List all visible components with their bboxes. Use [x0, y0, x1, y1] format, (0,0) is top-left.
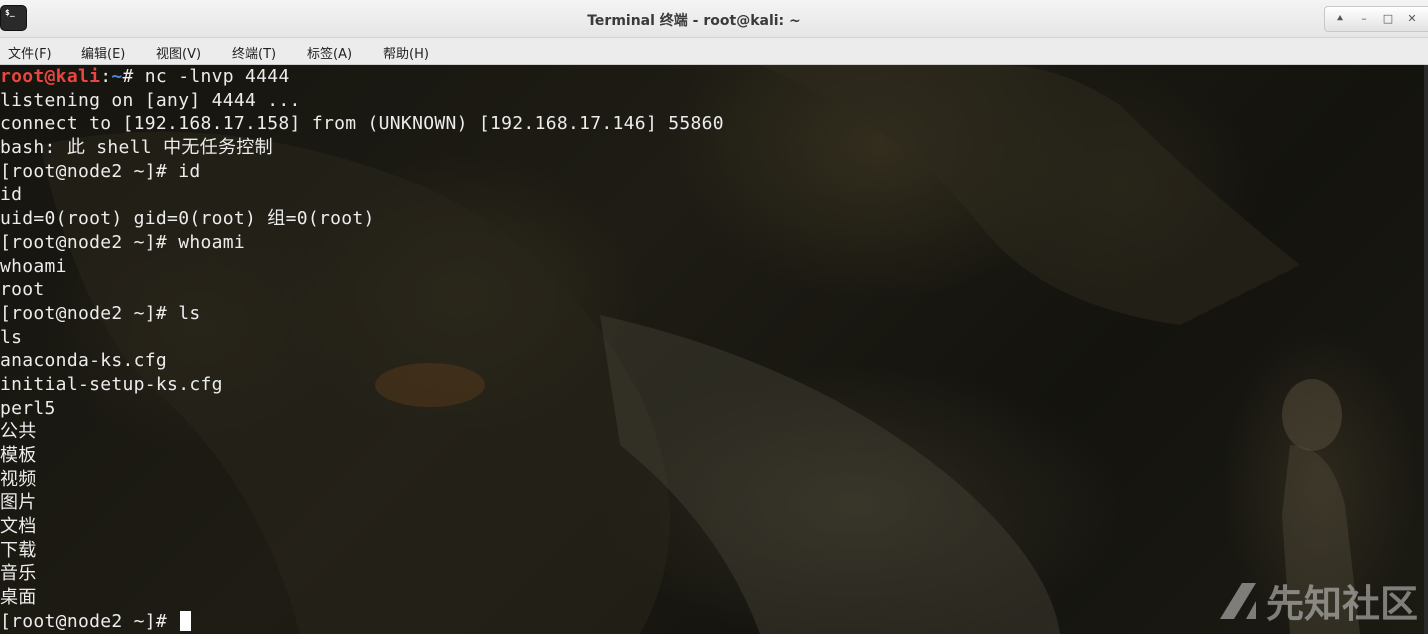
terminal-line: listening on [any] 4444 ...	[0, 89, 301, 111]
window-controls: ⯅ – □ ✕	[1324, 6, 1428, 32]
terminal-line: [root@node2 ~]# whoami	[0, 231, 246, 253]
watermark: 先知社区	[1216, 573, 1418, 628]
maximize-icon[interactable]: □	[1377, 10, 1399, 28]
terminal-line: id	[0, 184, 23, 206]
menu-help[interactable]: 帮助(H)	[383, 43, 429, 62]
terminal-line: anaconda-ks.cfg	[0, 350, 168, 372]
terminal-line: 公共	[0, 421, 37, 443]
terminal-line: 视频	[0, 468, 37, 490]
window-title: Terminal 终端 - root@kali: ~	[587, 13, 801, 29]
terminal-line: ls	[0, 326, 23, 348]
title-bar[interactable]: $_ Terminal 终端 - root@kali: ~ ⯅ – □ ✕	[0, 0, 1428, 38]
terminal-line: uid=0(root) gid=0(root) 组=0(root)	[0, 208, 375, 230]
terminal-line: 下载	[0, 539, 37, 561]
menu-view[interactable]: 视图(V)	[156, 43, 201, 62]
terminal-line: connect to [192.168.17.158] from (UNKNOW…	[0, 113, 724, 135]
terminal-lines: root@kali:~# nc -lnvp 4444 listening on …	[0, 65, 724, 634]
up-arrow-icon[interactable]: ⯅	[1329, 10, 1351, 28]
close-icon[interactable]: ✕	[1401, 10, 1423, 28]
terminal-line: perl5	[0, 397, 56, 419]
menu-terminal[interactable]: 终端(T)	[232, 43, 276, 62]
prompt-user-host: root@kali	[0, 66, 101, 87]
text-cursor	[180, 610, 192, 631]
terminal-window: $_ Terminal 终端 - root@kali: ~ ⯅ – □ ✕ 文件…	[0, 0, 1428, 634]
terminal-line: 桌面	[0, 587, 37, 609]
terminal-line: whoami	[0, 255, 67, 277]
menu-edit[interactable]: 编辑(E)	[81, 43, 125, 62]
terminal-line: 模板	[0, 445, 37, 466]
terminal-input-line[interactable]: [root@node2 ~]#	[0, 610, 724, 634]
terminal-line: bash: 此 shell 中无任务控制	[0, 137, 273, 159]
prompt-command: nc -lnvp 4444	[144, 66, 290, 87]
menu-bar: 文件(F) 编辑(E) 视图(V) 终端(T) 标签(A) 帮助(H)	[0, 38, 1428, 65]
scrollbar[interactable]	[1424, 65, 1428, 634]
terminal-line: [root@node2 ~]# id	[0, 160, 201, 182]
menu-tabs[interactable]: 标签(A)	[307, 43, 352, 62]
prompt-symbol: #	[122, 66, 145, 87]
watermark-text: 先知社区	[1265, 582, 1418, 626]
minimize-icon[interactable]: –	[1353, 10, 1375, 28]
terminal-line: [root@node2 ~]# ls	[0, 302, 201, 324]
terminal-line: initial-setup-ks.cfg	[0, 373, 223, 395]
terminal-line: 文档	[0, 516, 37, 538]
terminal-line: root	[0, 279, 45, 301]
menu-file[interactable]: 文件(F)	[8, 43, 52, 62]
terminal-output-area[interactable]: root@kali:~# nc -lnvp 4444 listening on …	[0, 65, 1428, 634]
terminal-line: 音乐	[0, 563, 37, 585]
last-prompt: [root@node2 ~]#	[0, 610, 179, 632]
terminal-line: 图片	[0, 492, 37, 514]
xianzhi-logo-icon	[1219, 582, 1256, 619]
prompt-path: ~	[111, 66, 123, 87]
prompt-separator: :	[100, 66, 112, 87]
terminal-prompt-line: root@kali:~# nc -lnvp 4444	[0, 65, 724, 89]
